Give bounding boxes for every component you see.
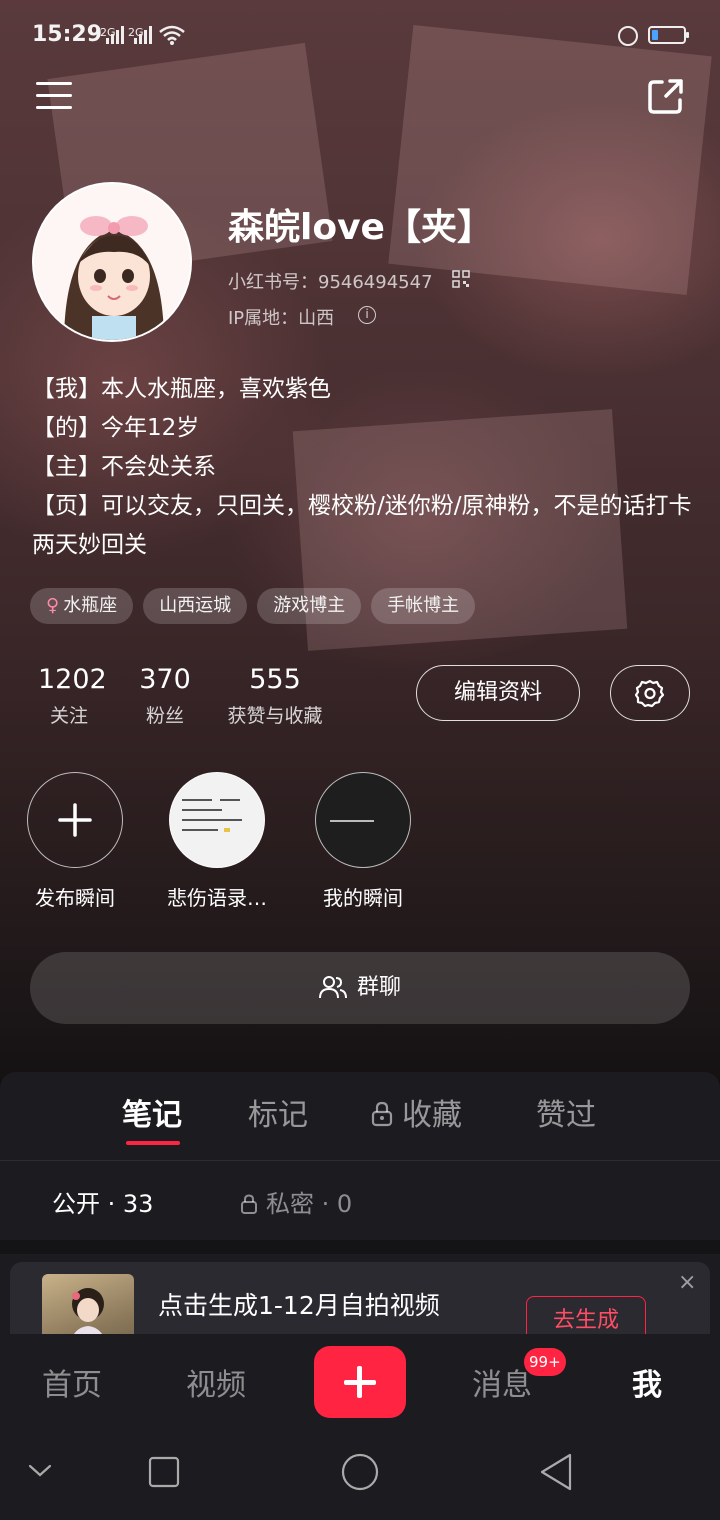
tag-location[interactable]: 山西运城: [143, 588, 248, 624]
avatar-illustration: [34, 184, 190, 340]
close-icon[interactable]: ×: [678, 1270, 696, 1295]
text-thumbnail-image: [330, 820, 374, 822]
edit-profile-button[interactable]: 编辑资料: [416, 665, 580, 721]
menu-icon[interactable]: [36, 80, 72, 112]
home-circle-icon[interactable]: [340, 1452, 380, 1492]
group-icon: [318, 976, 347, 999]
info-icon[interactable]: i: [358, 306, 376, 324]
chevron-down-icon[interactable]: [28, 1462, 52, 1478]
message-badge: 99+: [524, 1348, 566, 1376]
nav-me[interactable]: 我: [632, 1360, 662, 1404]
status-time: 15:29: [32, 22, 103, 47]
divider: [0, 1160, 720, 1161]
filter-private[interactable]: 私密 · 0: [240, 1184, 352, 1219]
wifi-icon: [159, 25, 185, 45]
rotation-lock-icon: [618, 26, 638, 46]
tab-liked[interactable]: 赞过: [536, 1090, 596, 1134]
bio-line: 【页】可以交友，只回关，樱校粉/迷你粉/原神粉，不是的话打卡两天妙回关: [32, 493, 692, 558]
tab-marks[interactable]: 标记: [248, 1090, 308, 1134]
stat-label: 粉丝: [145, 705, 184, 727]
moment-thumbnail[interactable]: [315, 772, 411, 868]
plus-icon: [58, 803, 92, 837]
signal-bars-icon: [132, 26, 154, 44]
stat-label: 获赞与收藏: [227, 705, 323, 727]
bio: 【我】本人水瓶座，喜欢紫色 【的】今年12岁 【主】不会处关系 【页】可以交友，…: [32, 370, 692, 565]
tag-journal[interactable]: 手帐博主: [371, 588, 476, 624]
bio-line: 【主】不会处关系: [32, 454, 216, 480]
moment-sad-quotes[interactable]: 悲伤语录…: [162, 772, 272, 911]
female-icon: ♀: [46, 595, 60, 616]
tag-gamer[interactable]: 游戏博主: [257, 588, 362, 624]
back-triangle-icon[interactable]: [538, 1452, 574, 1492]
moment-mine[interactable]: 我的瞬间: [308, 772, 418, 911]
group-chat-label: 群聊: [356, 975, 401, 1000]
profile-tags: ♀ 水瓶座 山西运城 游戏博主 手帐博主: [30, 588, 476, 624]
bio-line: 【我】本人水瓶座，喜欢紫色: [32, 376, 331, 402]
moment-label: 悲伤语录…: [167, 886, 267, 910]
text-thumbnail-image: [182, 799, 242, 832]
nickname: 森皖love【夹】: [228, 207, 493, 248]
signal-bars-icon: [104, 26, 126, 44]
share-icon[interactable]: [646, 76, 686, 116]
qr-code-icon[interactable]: [452, 270, 470, 288]
promo-title: 点击生成1-12月自拍视频: [158, 1291, 440, 1320]
nav-home[interactable]: 首页: [42, 1360, 102, 1404]
nav-video[interactable]: 视频: [186, 1360, 246, 1404]
recent-apps-icon[interactable]: [148, 1456, 180, 1488]
stat-label: 关注: [49, 705, 88, 727]
filter-public[interactable]: 公开 · 33: [52, 1184, 153, 1219]
filter-private-label: 私密 · 0: [266, 1190, 353, 1218]
tag-zodiac[interactable]: ♀ 水瓶座: [30, 588, 134, 624]
moment-label: 发布瞬间: [35, 886, 115, 910]
system-nav-bar: [0, 1428, 720, 1520]
stat-likes[interactable]: 555 获赞与收藏: [220, 664, 330, 728]
group-chat-button[interactable]: 群聊: [30, 952, 690, 1024]
moment-publish[interactable]: 发布瞬间: [20, 772, 130, 911]
nav-messages[interactable]: 消息: [472, 1360, 532, 1404]
stat-value: 555: [249, 664, 301, 695]
lock-icon: [241, 1194, 257, 1214]
battery-icon: [648, 26, 689, 44]
gear-icon: [635, 679, 665, 708]
bio-line: 【的】今年12岁: [32, 415, 200, 441]
stat-value: 1202: [38, 664, 107, 695]
red-id: 小红书号：9546494547: [228, 272, 433, 293]
stat-value: 370: [139, 664, 191, 695]
add-moment-circle[interactable]: [27, 772, 123, 868]
tab-label: 收藏: [402, 1098, 462, 1133]
lock-icon: [371, 1101, 393, 1127]
publish-plus-button[interactable]: [314, 1346, 406, 1418]
avatar[interactable]: [32, 182, 192, 342]
moment-label: 我的瞬间: [323, 886, 403, 910]
stat-following[interactable]: 1202 关注: [38, 664, 107, 728]
active-tab-indicator: [126, 1141, 180, 1145]
settings-button[interactable]: [610, 665, 690, 721]
ip-location: IP属地：山西: [228, 308, 335, 329]
tab-notes[interactable]: 笔记: [122, 1090, 182, 1134]
status-bar: 15:29 2G 2G: [0, 0, 720, 70]
tab-collections[interactable]: 收藏: [370, 1090, 462, 1134]
content-tabs: 笔记 标记 收藏 赞过: [0, 1090, 720, 1150]
moment-thumbnail[interactable]: [169, 772, 265, 868]
section-gap: [0, 1240, 720, 1254]
stat-followers[interactable]: 370 粉丝: [138, 664, 192, 728]
